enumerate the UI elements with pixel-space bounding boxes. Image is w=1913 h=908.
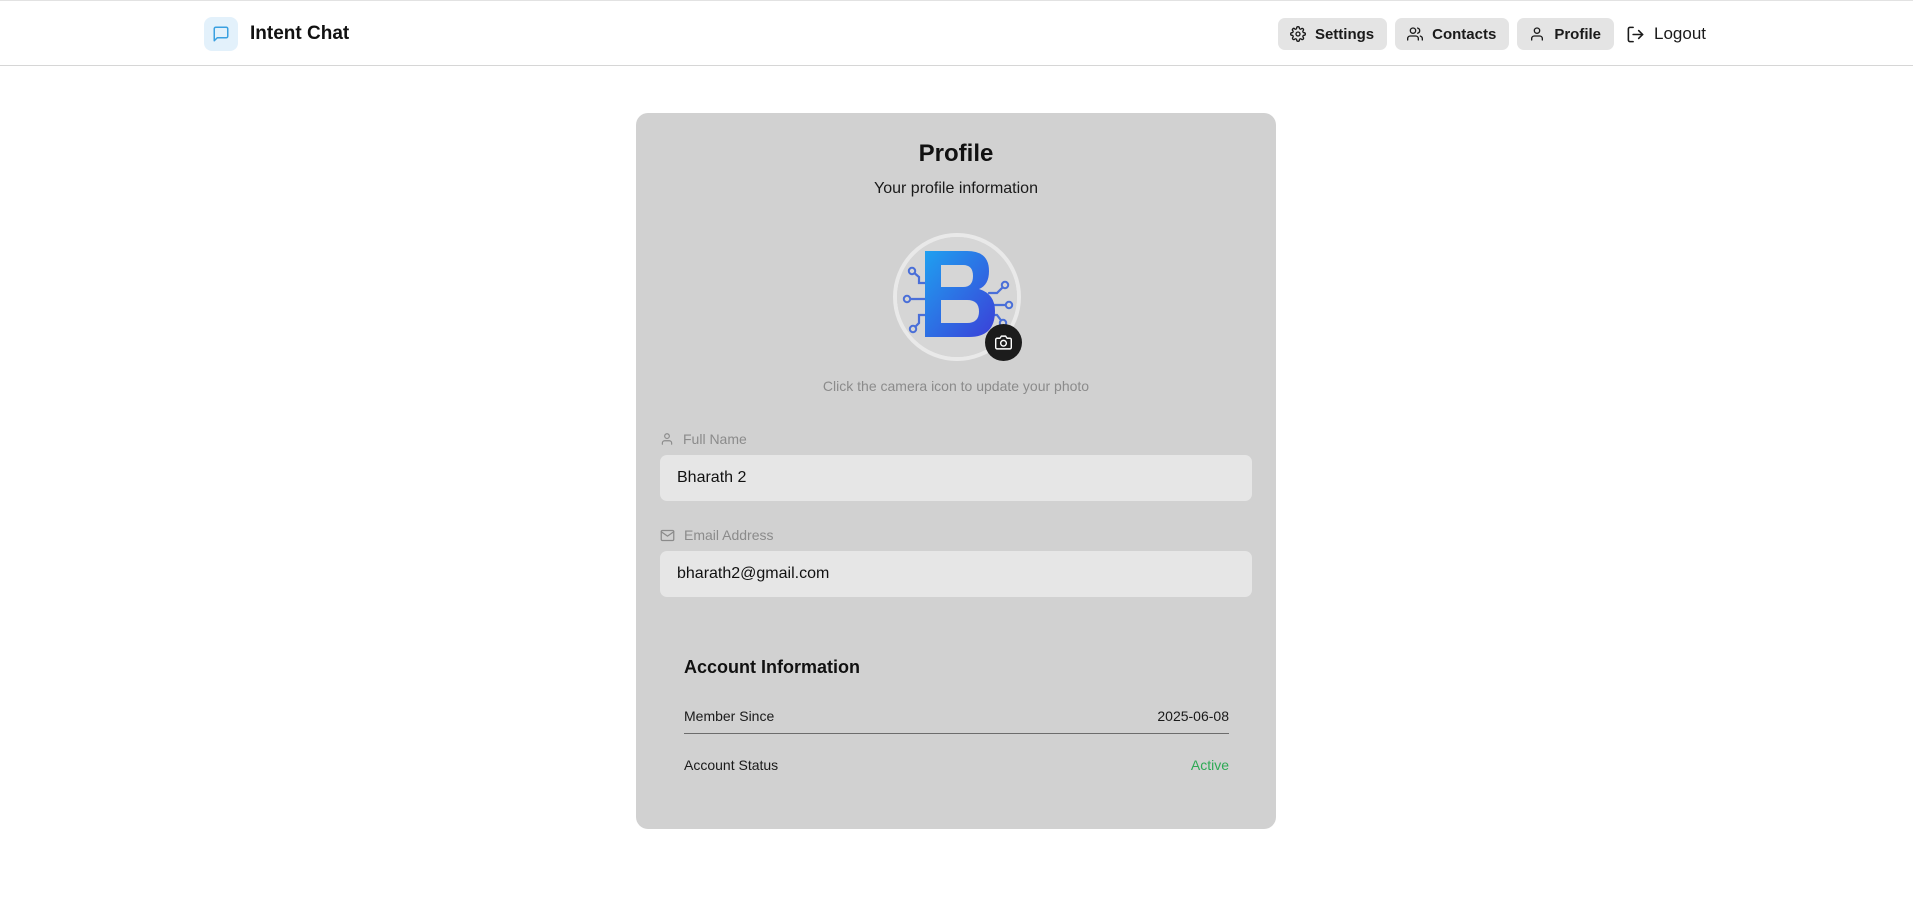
logout-label: Logout (1654, 24, 1706, 43)
logout-button[interactable]: Logout (1624, 18, 1708, 50)
account-status-row: Account Status Active (684, 754, 1229, 776)
email-label-text: Email Address (684, 527, 774, 543)
brand[interactable]: Intent Chat (204, 17, 349, 51)
logout-icon (1627, 26, 1644, 42)
contacts-button[interactable]: Contacts (1395, 18, 1510, 50)
profile-card: Profile Your profile information Click t… (636, 113, 1276, 829)
gear-icon (1290, 26, 1306, 42)
profile-label: Profile (1554, 25, 1601, 43)
full-name-label-text: Full Name (683, 431, 747, 447)
member-since-row: Member Since 2025-06-08 (684, 705, 1229, 727)
page-title: Profile (918, 140, 994, 167)
camera-button[interactable] (985, 324, 1022, 361)
full-name-field[interactable]: Bharath 2 (660, 455, 1252, 501)
email-value: bharath2@gmail.com (677, 565, 830, 582)
full-name-label: Full Name (660, 431, 747, 447)
camera-icon (995, 335, 1012, 350)
user-icon (1531, 27, 1544, 41)
settings-button[interactable]: Settings (1277, 18, 1388, 50)
account-status-label: Account Status (684, 757, 779, 773)
email-field[interactable]: bharath2@gmail.com (660, 551, 1252, 597)
nav-menu: Settings Contacts Profile Logout (1277, 18, 1708, 50)
app-title: Intent Chat (250, 23, 350, 44)
contacts-label: Contacts (1432, 25, 1497, 43)
avatar-container (893, 233, 1022, 361)
member-since-value: 2025-06-08 (1157, 708, 1229, 724)
profile-button[interactable]: Profile (1517, 18, 1614, 50)
member-since-label: Member Since (684, 708, 775, 724)
account-info-title: Account Information (684, 657, 860, 677)
full-name-value: Bharath 2 (677, 469, 747, 486)
divider (684, 733, 1229, 734)
mail-icon (660, 529, 675, 541)
user-icon (661, 433, 673, 445)
settings-label: Settings (1314, 25, 1375, 43)
photo-hint: Click the camera icon to update your pho… (822, 378, 1090, 394)
status-badge: Active (1190, 757, 1229, 773)
top-navbar: Intent Chat Settings Contacts Profile Lo… (0, 0, 1913, 66)
page-subtitle: Your profile information (874, 180, 1038, 197)
email-label: Email Address (660, 527, 773, 543)
users-icon (1407, 27, 1424, 41)
chat-bubble-icon (204, 17, 238, 51)
